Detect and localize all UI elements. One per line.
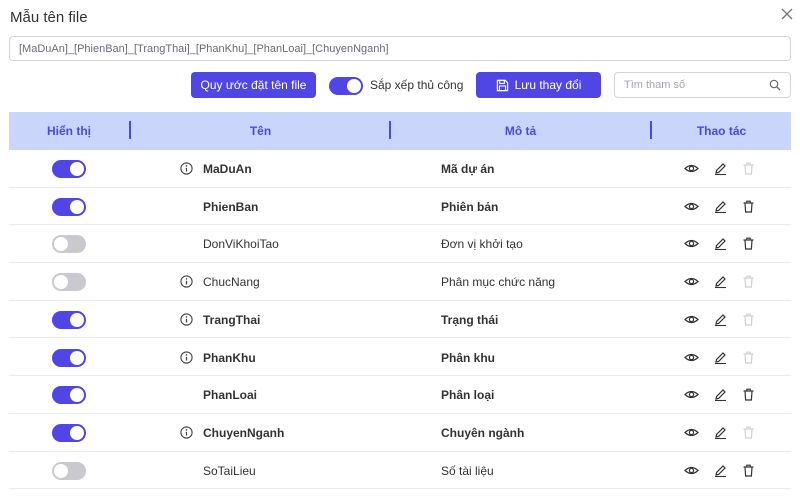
trash-icon[interactable] [741,199,756,214]
table-row: TrangThai Trạng thái [9,301,791,339]
eye-icon[interactable] [684,387,699,402]
column-header-description[interactable]: Mô tả [391,112,650,150]
parameter-description: Đơn vị khởi tạo [441,237,523,252]
parameter-name: ChucNang [203,275,260,290]
pencil-icon[interactable] [713,425,728,440]
trash-icon [743,275,754,288]
table-header: Hiển thị Tên Mô tả Thao tác [9,112,791,150]
trash-icon[interactable] [741,463,756,478]
eye-icon[interactable] [684,274,699,289]
eye-icon[interactable] [684,199,699,214]
pencil-icon[interactable] [713,312,728,327]
parameter-description: Phân khu [441,350,496,365]
trash-icon[interactable] [741,387,756,402]
table-row: MaDuAn Mã dự án [9,150,791,188]
info-circle-icon[interactable] [180,313,193,326]
trash-icon [743,426,754,439]
save-changes-label: Lưu thay đổi [514,78,582,92]
eye-icon[interactable] [684,463,699,478]
visibility-toggle[interactable] [52,423,86,442]
parameter-description: Chuyên ngành [441,425,525,440]
visibility-toggle[interactable] [52,461,86,480]
parameter-name: MaDuAn [203,162,252,176]
parameter-description: Trạng thái [441,312,499,327]
naming-rule-button[interactable]: Quy ước đặt tên file [191,72,316,98]
parameter-name: PhienBan [203,199,259,214]
parameter-name: TrangThai [203,312,261,327]
parameter-description: Phân mục chức năng [441,275,556,290]
table-row: PhanLoai Phân loại [9,376,791,414]
info-circle-icon[interactable] [180,162,193,175]
search-box [614,72,791,98]
info-circle-icon[interactable] [180,275,193,288]
visibility-toggle[interactable] [52,386,86,405]
save-changes-button[interactable]: Lưu thay đổi [476,72,601,98]
manual-sort-toggle[interactable] [329,77,363,95]
search-icon[interactable] [769,79,781,91]
parameter-description: Mã dự án [441,162,495,176]
search-input[interactable] [615,73,755,97]
pencil-icon[interactable] [713,274,728,289]
visibility-toggle[interactable] [52,160,86,178]
eye-icon[interactable] [684,236,699,251]
filename-pattern-field[interactable]: [MaDuAn]_[PhienBan]_[TrangThai]_[PhanKhu… [9,36,791,61]
table-row: ChuyenNganh Chuyên ngành [9,414,791,452]
trash-icon [743,313,754,326]
pencil-icon[interactable] [713,387,728,402]
pencil-icon[interactable] [713,236,728,251]
parameter-description: Phiên bản [441,199,499,214]
eye-icon[interactable] [684,312,699,327]
column-header-name[interactable]: Tên [131,112,390,150]
table-row: PhienBan Phiên bản [9,188,791,226]
parameter-description: Số tài liệu [441,463,494,478]
pencil-icon[interactable] [713,199,728,214]
table-row: ChucNang Phân mục chức năng [9,263,791,301]
parameter-name: SoTaiLieu [203,463,256,478]
column-header-visible[interactable]: Hiển thị [9,112,129,150]
visibility-toggle[interactable] [52,197,86,216]
pencil-icon[interactable] [713,350,728,365]
parameter-name: PhanLoai [203,388,258,403]
eye-icon[interactable] [684,161,699,176]
trash-icon [743,351,754,364]
floppy-disk-icon [496,79,508,91]
info-circle-icon[interactable] [180,426,193,439]
page-title: Mẫu tên file [10,9,88,26]
naming-rule-label: Quy ước đặt tên file [200,78,307,92]
pencil-icon[interactable] [713,161,728,176]
manual-sort-label: Sắp xếp thủ công [370,78,464,92]
close-icon[interactable] [779,6,795,22]
trash-icon[interactable] [741,236,756,251]
table-row: SoTaiLieu Số tài liệu [9,452,791,490]
info-circle-icon[interactable] [180,350,193,364]
trash-icon [743,162,754,175]
visibility-toggle[interactable] [52,310,86,329]
parameter-name: PhanKhu [203,350,256,365]
pencil-icon[interactable] [713,463,728,478]
visibility-toggle[interactable] [52,348,86,367]
parameter-name: ChuyenNganh [203,425,285,440]
column-header-actions: Thao tác [696,124,747,138]
parameter-name: DonViKhoiTao [203,237,279,252]
eye-icon[interactable] [684,350,699,365]
eye-icon[interactable] [684,425,699,440]
parameter-description: Phân loại [441,388,495,403]
table-row: PhanKhu Phân khu [9,339,791,377]
visibility-toggle[interactable] [52,235,86,254]
visibility-toggle[interactable] [52,273,86,292]
table-row: DonViKhoiTao Đơn vị khởi tạo [9,225,791,264]
